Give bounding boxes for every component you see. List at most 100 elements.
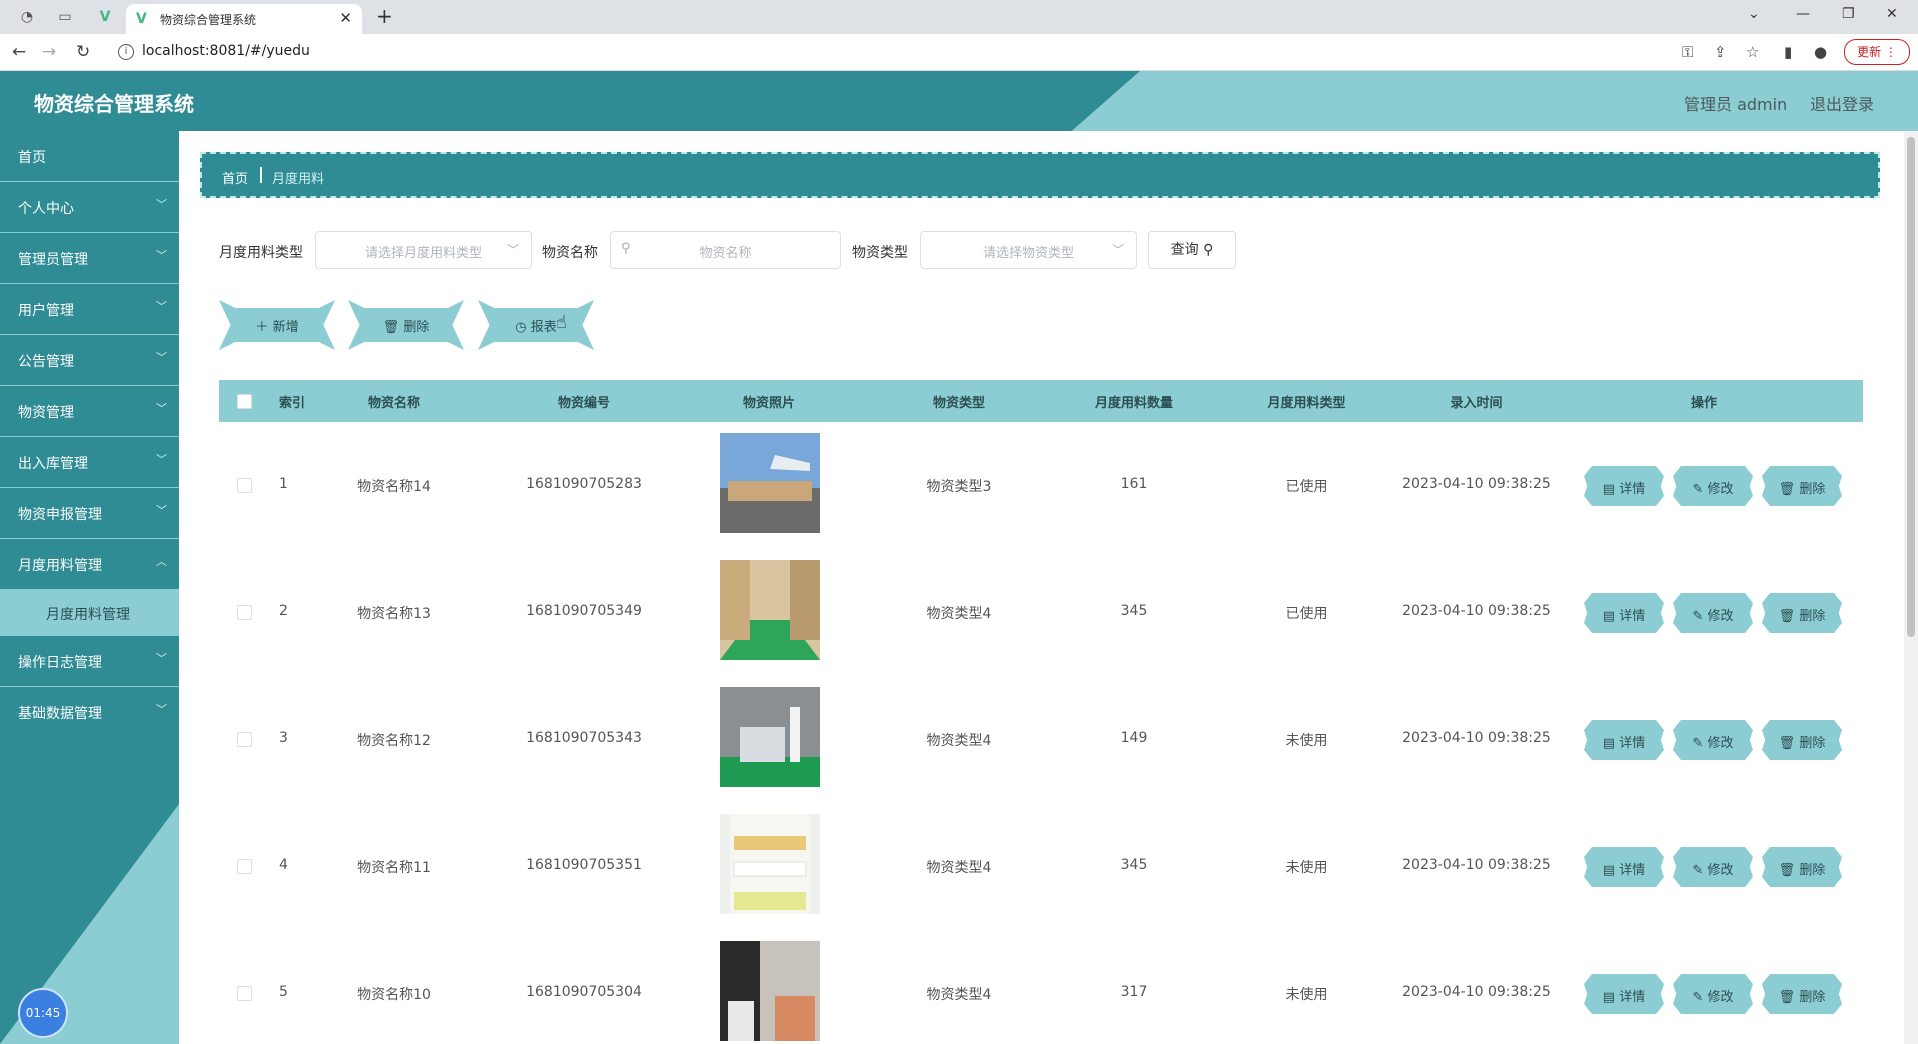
delete-button[interactable]: 🗑 删除 — [1762, 466, 1842, 506]
edit-label: 修改 — [1707, 990, 1734, 1005]
address-bar[interactable]: i localhost:8081/#/yuedu — [110, 38, 1680, 66]
sidebar-item-inout[interactable]: 出入库管理 ﹀ — [0, 437, 179, 488]
delete-button[interactable]: 🗑 删除 — [1762, 974, 1842, 1014]
vue-logo-icon[interactable]: V — [96, 8, 114, 26]
delete-label: 删除 — [403, 320, 430, 335]
material-type-select[interactable]: 请选择物资类型 ﹀ — [920, 231, 1137, 269]
edit-button[interactable]: ✎ 修改 — [1673, 720, 1753, 760]
delete-button[interactable]: 🗑 删除 — [1762, 720, 1842, 760]
sidebar-item-users[interactable]: 用户管理 ﹀ — [0, 284, 179, 335]
browser-tab-active[interactable]: V 物资综合管理系统 ✕ — [126, 4, 362, 34]
column-header: 月度用料数量 — [1094, 396, 1173, 411]
material-photo — [720, 433, 820, 533]
row-time: 2023-04-10 09:38:25 — [1402, 603, 1551, 619]
new-tab-icon[interactable]: + — [376, 4, 393, 28]
edit-button[interactable]: ✎ 修改 — [1673, 466, 1753, 506]
row-usage: 未使用 — [1285, 987, 1328, 1003]
row-checkbox[interactable] — [237, 732, 252, 747]
edit-button[interactable]: ✎ 修改 — [1673, 593, 1753, 633]
row-checkbox[interactable] — [237, 986, 252, 1001]
plus-icon: ＋ — [255, 320, 269, 335]
breadcrumb-home[interactable]: 首页 — [222, 168, 248, 187]
row-name: 物资名称14 — [357, 479, 431, 495]
row-usage: 已使用 — [1285, 606, 1328, 622]
edit-label: 修改 — [1707, 482, 1734, 497]
page-scrollbar[interactable] — [1904, 131, 1918, 1044]
edit-label: 修改 — [1707, 863, 1734, 878]
detail-button[interactable]: ▤ 详情 — [1584, 847, 1664, 887]
detail-label: 详情 — [1619, 736, 1646, 751]
delete-button[interactable]: 🗑 删除 — [1762, 593, 1842, 633]
update-button[interactable]: 更新 ⋮ — [1844, 39, 1910, 65]
chevron-down-icon: ﹀ — [156, 249, 167, 262]
browser-toolbar: ← → ↻ i localhost:8081/#/yuedu ⚿ ⇪ ☆ ▮ ●… — [0, 34, 1918, 71]
report-button[interactable]: ◷ 报表 — [478, 300, 594, 350]
search-icon: ⚲ — [1203, 242, 1214, 258]
chevron-down-icon: ﹀ — [156, 453, 167, 466]
row-checkbox[interactable] — [237, 605, 252, 620]
table-row: 3 物资名称12 1681090705343 物资类型4 149 未使用 202… — [219, 676, 1863, 804]
window-close-icon[interactable]: ✕ — [1886, 6, 1898, 22]
row-code: 1681090705283 — [526, 476, 642, 492]
profile-icon[interactable]: ● — [1814, 43, 1827, 61]
detail-button[interactable]: ▤ 详情 — [1584, 720, 1664, 760]
sidebar-item-monthly[interactable]: 月度用料管理 ︿ — [0, 539, 179, 590]
detail-label: 详情 — [1619, 482, 1646, 497]
reload-icon[interactable]: ↻ — [76, 42, 90, 62]
edit-button[interactable]: ✎ 修改 — [1673, 974, 1753, 1014]
logout-link[interactable]: 退出登录 — [1810, 91, 1874, 115]
sidebar-item-profile[interactable]: 个人中心 ﹀ — [0, 182, 179, 233]
row-type: 物资类型4 — [926, 987, 992, 1003]
star-icon[interactable]: ☆ — [1746, 43, 1759, 61]
detail-button[interactable]: ▤ 详情 — [1584, 593, 1664, 633]
close-icon[interactable]: ✕ — [339, 9, 352, 27]
row-type: 物资类型3 — [926, 479, 992, 495]
minimize-icon[interactable]: — — [1796, 6, 1810, 22]
breadcrumb: 首页 月度用料 — [200, 152, 1880, 198]
row-checkbox[interactable] — [237, 859, 252, 874]
sidebar: 首页 个人中心 ﹀ 管理员管理 ﹀ 用户管理 ﹀ 公告管理 ﹀ 物资管理 ﹀ 出入库管理 ﹀… — [0, 131, 179, 1044]
column-header: 月度用料类型 — [1267, 396, 1346, 411]
sidebar-item-admins[interactable]: 管理员管理 ﹀ — [0, 233, 179, 284]
document-icon: ▤ — [1602, 482, 1616, 497]
globe-icon[interactable]: ◔ — [18, 8, 36, 26]
delete-button[interactable]: 🗑 删除 — [1762, 847, 1842, 887]
restore-icon[interactable]: ❐ — [1842, 6, 1855, 22]
row-name: 物资名称13 — [357, 606, 431, 622]
detail-button[interactable]: ▤ 详情 — [1584, 466, 1664, 506]
sidebar-item-label: 用户管理 — [18, 303, 74, 319]
row-code: 1681090705304 — [526, 984, 642, 1000]
sidebar-item-home[interactable]: 首页 — [0, 131, 179, 182]
app-title: 物资综合管理系统 — [34, 92, 194, 116]
edit-button[interactable]: ✎ 修改 — [1673, 847, 1753, 887]
add-button[interactable]: ＋ 新增 — [219, 300, 335, 350]
usage-type-select[interactable]: 请选择月度用料类型 ﹀ — [315, 231, 532, 269]
row-code: 1681090705351 — [526, 857, 642, 873]
side-panel-icon[interactable]: ▮ — [1784, 43, 1792, 61]
blank-tab-icon[interactable]: ▭ — [56, 8, 74, 26]
select-all-checkbox[interactable] — [237, 394, 252, 409]
chevron-down-icon[interactable]: ⌄ — [1748, 6, 1760, 22]
row-code: 1681090705349 — [526, 603, 642, 619]
detail-button[interactable]: ▤ 详情 — [1584, 974, 1664, 1014]
sidebar-item-basedata[interactable]: 基础数据管理 ﹀ — [0, 687, 179, 737]
sidebar-item-materials[interactable]: 物资管理 ﹀ — [0, 386, 179, 437]
back-arrow-icon[interactable]: ← — [12, 42, 26, 62]
sidebar-subitem-monthly-manage[interactable]: 月度用料管理 — [0, 590, 179, 636]
column-header: 录入时间 — [1450, 396, 1503, 411]
info-icon[interactable]: i — [118, 44, 134, 60]
row-qty: 149 — [1120, 730, 1148, 746]
material-name-input[interactable]: ⚲ 物资名称 — [610, 231, 841, 269]
share-icon[interactable]: ⇪ — [1714, 43, 1727, 61]
sidebar-item-requests[interactable]: 物资申报管理 ﹀ — [0, 488, 179, 539]
batch-delete-button[interactable]: 🗑 删除 — [348, 300, 464, 350]
scrollbar-thumb[interactable] — [1907, 137, 1915, 637]
sidebar-item-notices[interactable]: 公告管理 ﹀ — [0, 335, 179, 386]
row-checkbox[interactable] — [237, 478, 252, 493]
sidebar-item-logs[interactable]: 操作日志管理 ﹀ — [0, 636, 179, 687]
query-button[interactable]: 查询 ⚲ — [1148, 231, 1236, 269]
url-text: localhost:8081/#/yuedu — [142, 43, 310, 59]
forward-arrow-icon[interactable]: → — [42, 42, 56, 62]
key-icon[interactable]: ⚿ — [1682, 43, 1693, 61]
row-usage: 未使用 — [1285, 733, 1328, 749]
